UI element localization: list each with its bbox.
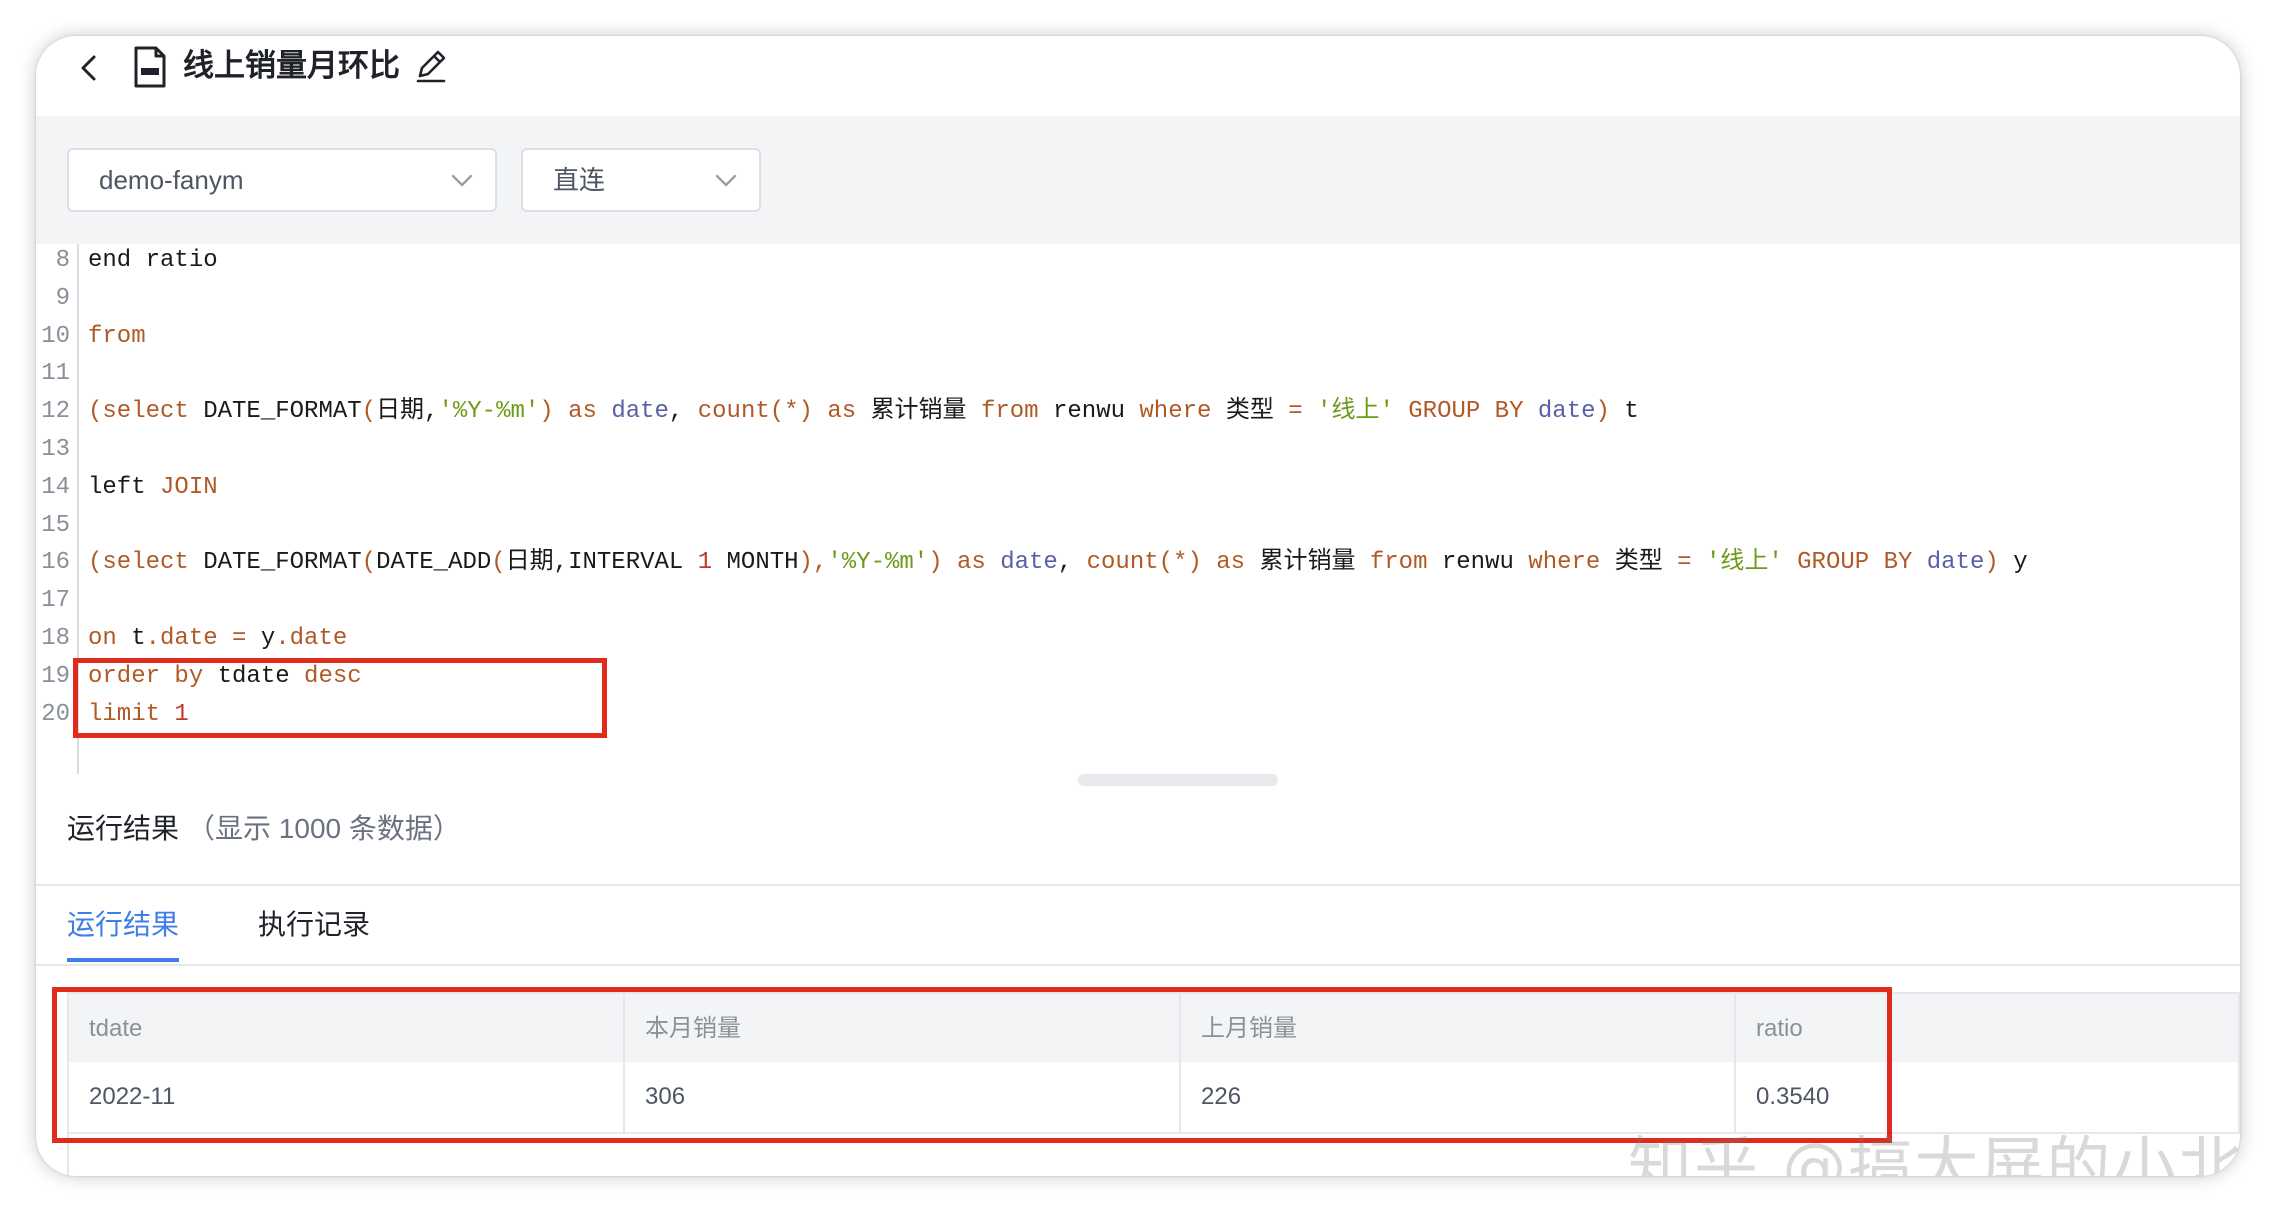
table-header-row: tdate 本月销量 上月销量 ratio xyxy=(67,992,2240,1064)
watermark: 知乎 @搞大屏的小北 xyxy=(1628,1116,2240,1176)
code-text: limit 1 xyxy=(88,698,189,732)
connection-mode-select[interactable]: 直连 xyxy=(521,148,761,212)
sql-code-editor[interactable]: 8 end ratio 9 10 from 11 12 (select DATE_FORMAT… xyxy=(36,244,2240,774)
line-number: 16 xyxy=(36,546,70,580)
result-header: 运行结果 （显示 1000 条数据） xyxy=(67,774,461,884)
line-number: 10 xyxy=(36,320,70,354)
pencil-icon[interactable] xyxy=(412,46,450,86)
line-number: 17 xyxy=(36,584,70,618)
column-header[interactable]: 上月销量 xyxy=(1181,994,1736,1064)
line-number: 8 xyxy=(36,244,70,278)
code-text: left JOIN xyxy=(88,471,218,505)
line-number: 9 xyxy=(36,282,70,316)
tab-run-results[interactable]: 运行结果 xyxy=(67,886,179,964)
line-number: 14 xyxy=(36,471,70,505)
sql-editor-window: 线上销量月环比 demo-fanym 直连 8end ratio910from1… xyxy=(36,36,2240,1176)
code-line[interactable]: 20 limit 1 xyxy=(36,698,2240,732)
code-line[interactable]: 17 xyxy=(36,584,2240,618)
code-text: order by tdate desc xyxy=(88,660,362,694)
query-toolbar: demo-fanym 直连 xyxy=(36,116,2240,244)
code-line[interactable]: 18 on t.date = y.date xyxy=(36,622,2240,656)
result-tabs: 运行结果 执行记录 xyxy=(36,886,2240,964)
line-number: 15 xyxy=(36,509,70,543)
code-text: from xyxy=(88,320,146,354)
resize-handle[interactable] xyxy=(1078,774,1278,786)
chevron-left-icon[interactable] xyxy=(70,48,110,88)
line-number: 12 xyxy=(36,395,70,429)
code-line[interactable]: 8 end ratio xyxy=(36,244,2240,278)
code-line[interactable]: 14 left JOIN xyxy=(36,471,2240,505)
code-line[interactable]: 11 xyxy=(36,357,2240,391)
header-bar: 线上销量月环比 xyxy=(36,36,2240,116)
table-left-border xyxy=(67,1134,69,1176)
chevron-down-icon xyxy=(713,168,739,192)
code-line[interactable]: 15 xyxy=(36,509,2240,543)
code-line[interactable]: 19 order by tdate desc xyxy=(36,660,2240,694)
code-line[interactable]: 9 xyxy=(36,282,2240,316)
code-line[interactable]: 12 (select DATE_FORMAT(日期,'%Y-%m') as dat… xyxy=(36,395,2240,429)
column-header[interactable]: ratio xyxy=(1736,994,2240,1064)
connection-mode-value: 直连 xyxy=(553,150,605,210)
line-number: 20 xyxy=(36,698,70,732)
code-line[interactable]: 10 from xyxy=(36,320,2240,354)
column-header[interactable]: 本月销量 xyxy=(625,994,1181,1064)
code-line[interactable]: 16 (select DATE_FORMAT(DATE_ADD(日期,INTERV… xyxy=(36,546,2240,580)
code-text: on t.date = y.date xyxy=(88,622,347,656)
table-cell: 2022-11 xyxy=(69,1062,625,1132)
line-number: 19 xyxy=(36,660,70,694)
code-text: end ratio xyxy=(88,244,218,278)
line-number: 11 xyxy=(36,357,70,391)
code-text: (select DATE_FORMAT(日期,'%Y-%m') as date,… xyxy=(88,395,1639,429)
code-line[interactable]: 13 xyxy=(36,433,2240,467)
line-number: 18 xyxy=(36,622,70,656)
tab-execution-history[interactable]: 执行记录 xyxy=(258,886,370,964)
result-count-note: （显示 1000 条数据） xyxy=(187,813,461,844)
datasource-select[interactable]: demo-fanym xyxy=(67,148,497,212)
datasource-value: demo-fanym xyxy=(99,150,244,210)
page-title: 线上销量月环比 xyxy=(183,36,400,96)
code-text: (select DATE_FORMAT(DATE_ADD(日期,INTERVAL… xyxy=(88,546,2028,580)
sql-file-icon xyxy=(130,44,170,90)
line-number: 13 xyxy=(36,433,70,467)
chevron-down-icon xyxy=(449,168,475,192)
result-title: 运行结果 xyxy=(67,813,179,844)
column-header[interactable]: tdate xyxy=(69,994,625,1064)
table-cell: 306 xyxy=(625,1062,1181,1132)
